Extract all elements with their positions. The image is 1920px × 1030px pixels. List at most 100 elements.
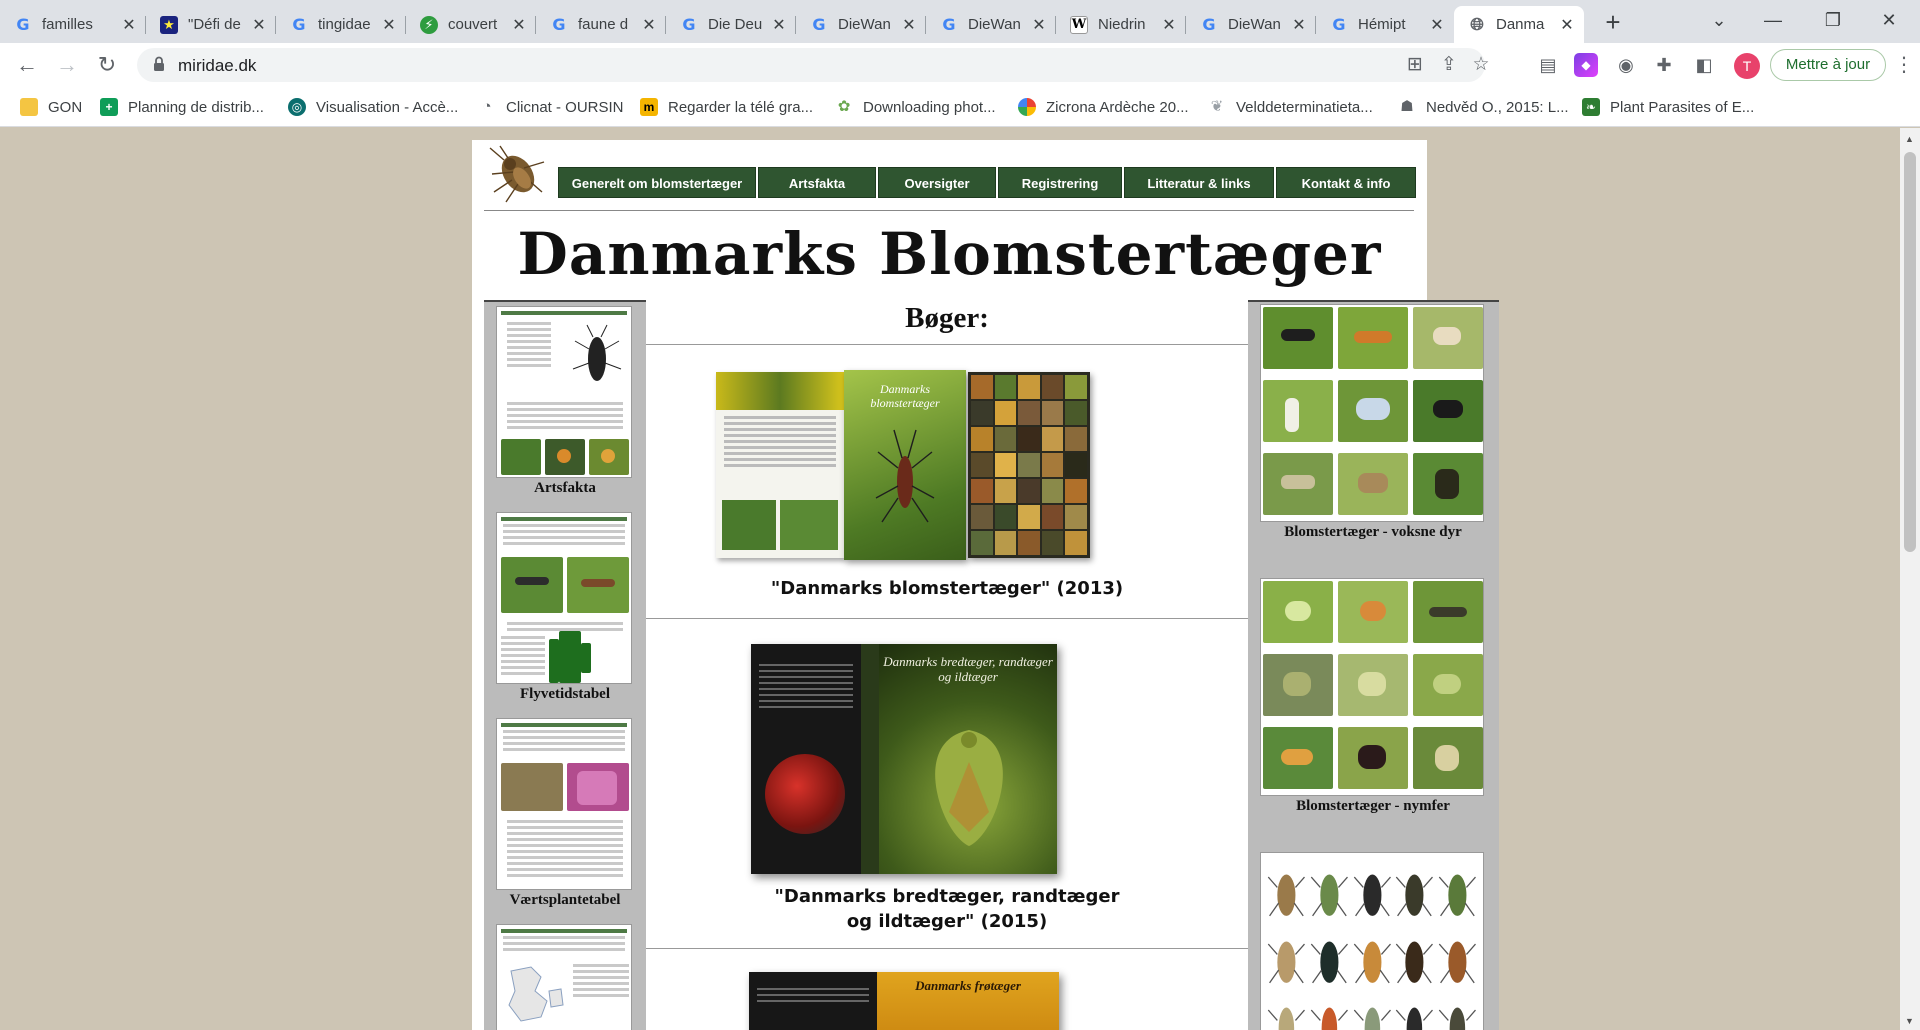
tab-8[interactable]: G DieWan ✕ xyxy=(926,6,1056,43)
thumb-artsfakta[interactable]: Artsfakta xyxy=(496,306,634,497)
thumb-label-flyvetidstabel[interactable]: Flyvetidstabel xyxy=(496,686,634,703)
tab-11[interactable]: G Hémipt ✕ xyxy=(1316,6,1454,43)
close-icon[interactable]: ✕ xyxy=(120,15,138,35)
reload-icon[interactable]: ↻ xyxy=(92,50,122,80)
tab-2[interactable]: ★ "Défi de ✕ xyxy=(146,6,276,43)
close-icon[interactable]: ✕ xyxy=(380,15,398,35)
tab-12-active[interactable]: 🌐︎ Danma ✕ xyxy=(1454,6,1584,43)
tab-search-icon[interactable]: ⌄ xyxy=(1696,4,1742,36)
thumb-vaertsplantetabel[interactable]: Værtsplantetabel xyxy=(496,718,634,909)
tab-6[interactable]: G Die Deu ✕ xyxy=(666,6,796,43)
thumb-species-overview[interactable] xyxy=(1260,852,1486,1030)
site-navigation: Generelt om blomstertæger Artsfakta Over… xyxy=(558,167,1424,198)
scrollbar-thumb[interactable] xyxy=(1904,152,1916,552)
bookmark-star-icon[interactable]: ☆ xyxy=(1469,54,1493,78)
bookmark-gon[interactable]: GON xyxy=(20,95,82,119)
tab-9[interactable]: W Niedrin ✕ xyxy=(1056,6,1186,43)
close-icon[interactable]: ✕ xyxy=(1558,15,1576,35)
close-icon[interactable]: ✕ xyxy=(1290,15,1308,35)
vaertsplantetabel-preview-image[interactable] xyxy=(496,718,632,890)
flyvetidstabel-preview-image[interactable] xyxy=(496,512,632,684)
google-icon: G xyxy=(942,15,956,34)
scroll-down-arrow-icon[interactable]: ▼ xyxy=(1905,1016,1914,1026)
tab-7[interactable]: G DieWan ✕ xyxy=(796,6,926,43)
tab-5[interactable]: G faune d ✕ xyxy=(536,6,666,43)
bookmark-tele[interactable]: m Regarder la télé gra... xyxy=(640,95,813,119)
tab-10[interactable]: G DieWan ✕ xyxy=(1186,6,1316,43)
nymphs-grid-image[interactable] xyxy=(1260,578,1484,796)
bug-logo-icon[interactable] xyxy=(482,144,552,206)
camera-icon[interactable]: ◉ xyxy=(1614,53,1638,77)
thumb-label-voksne-dyr[interactable]: Blomstertæger - voksne dyr xyxy=(1260,524,1486,541)
update-button[interactable]: Mettre à jour xyxy=(1770,49,1886,81)
bookmark-clicnat[interactable]: ◔ Clicnat - OURSIN xyxy=(478,95,623,119)
thumb-label-vaertsplantetabel[interactable]: Værtsplantetabel xyxy=(496,892,634,909)
thumb-voksne-dyr[interactable]: Blomstertæger - voksne dyr xyxy=(1260,304,1486,541)
back-arrow-icon[interactable]: ← xyxy=(12,50,42,80)
bookmark-zicrona[interactable]: Zicrona Ardèche 20... xyxy=(1018,95,1189,119)
mirid-bug-icon xyxy=(875,429,935,523)
book-1-caption[interactable]: "Danmarks blomstertæger" (2013) xyxy=(646,576,1248,601)
page-scrollbar[interactable]: ▲ ▼ xyxy=(1900,128,1920,1030)
bookmark-nedved[interactable]: ☗ Nedvěd O., 2015: L... xyxy=(1398,95,1568,119)
bookmark-velddeterminatie[interactable]: ❦ Velddeterminatieta... xyxy=(1208,95,1373,119)
thumb-label-artsfakta[interactable]: Artsfakta xyxy=(496,480,634,497)
nav-kontakt[interactable]: Kontakt & info xyxy=(1276,167,1416,198)
nav-registrering[interactable]: Registrering xyxy=(998,167,1122,198)
puzzle-extensions-icon[interactable]: ✚ xyxy=(1652,53,1676,77)
close-icon[interactable]: ✕ xyxy=(1160,15,1178,35)
tab-strip: G familles ✕ ★ "Défi de ✕ G tingidae ✕ ⚡… xyxy=(0,0,1920,43)
bug-figure-icon xyxy=(572,324,622,381)
side-panel-icon[interactable]: ◧ xyxy=(1692,53,1716,77)
lock-icon[interactable] xyxy=(153,56,165,72)
bookmark-visualisation[interactable]: ◎ Visualisation - Accè... xyxy=(288,95,458,119)
artsfakta-preview-image[interactable] xyxy=(496,306,632,478)
tab-3[interactable]: G tingidae ✕ xyxy=(276,6,406,43)
tab-4[interactable]: ⚡ couvert ✕ xyxy=(406,6,536,43)
bookmark-plant-parasites[interactable]: ❧ Plant Parasites of E... xyxy=(1582,95,1754,119)
book-1-image[interactable]: Danmarks blomstertæger xyxy=(716,370,1092,562)
close-window-icon[interactable]: ✕ xyxy=(1866,4,1912,36)
address-bar[interactable]: miridae.dk ⊞ ⇪ ☆ xyxy=(137,48,1490,82)
kebab-menu-icon[interactable]: ⋮ xyxy=(1894,53,1914,77)
nav-artsfakta[interactable]: Artsfakta xyxy=(758,167,876,198)
plant-icon: ✿ xyxy=(837,98,851,115)
restore-icon[interactable]: ❐ xyxy=(1810,4,1856,36)
profile-avatar[interactable]: T xyxy=(1734,53,1760,79)
denmark-map-icon xyxy=(508,966,564,1022)
close-icon[interactable]: ✕ xyxy=(640,15,658,35)
book-2-caption[interactable]: "Danmarks bredtæger, randtæger og ildtæg… xyxy=(766,884,1128,934)
map-preview-image[interactable] xyxy=(496,924,632,1030)
share-icon[interactable]: ⇪ xyxy=(1437,54,1461,78)
minimize-icon[interactable]: — xyxy=(1750,4,1796,36)
bookmark-downloading[interactable]: ✿ Downloading phot... xyxy=(835,95,996,119)
reading-list-icon[interactable]: ▤ xyxy=(1536,53,1560,77)
thumb-nymfer[interactable]: Blomstertæger - nymfer xyxy=(1260,578,1486,815)
leaf-icon: ❦ xyxy=(1210,98,1224,115)
thumb-flyvetidstabel[interactable]: Flyvetidstabel xyxy=(496,512,634,703)
translate-icon[interactable]: ⊞ xyxy=(1403,54,1427,78)
thumb-map[interactable] xyxy=(496,924,634,1030)
bookmark-planning[interactable]: + Planning de distrib... xyxy=(100,95,264,119)
scroll-up-arrow-icon[interactable]: ▲ xyxy=(1905,134,1914,144)
close-icon[interactable]: ✕ xyxy=(900,15,918,35)
species-overview-image[interactable] xyxy=(1260,852,1484,1030)
close-icon[interactable]: ✕ xyxy=(1030,15,1048,35)
nav-litteratur[interactable]: Litteratur & links xyxy=(1124,167,1274,198)
close-icon[interactable]: ✕ xyxy=(510,15,528,35)
forward-arrow-icon[interactable]: → xyxy=(52,50,82,80)
close-icon[interactable]: ✕ xyxy=(770,15,788,35)
extension-purple-icon[interactable]: ◆ xyxy=(1574,53,1598,77)
url-text[interactable]: miridae.dk xyxy=(178,56,256,76)
nav-generelt[interactable]: Generelt om blomstertæger xyxy=(558,167,756,198)
close-icon[interactable]: ✕ xyxy=(250,15,268,35)
close-icon[interactable]: ✕ xyxy=(1428,15,1446,35)
new-tab-button[interactable]: + xyxy=(1598,8,1628,38)
nav-oversigter[interactable]: Oversigter xyxy=(878,167,996,198)
tab-1[interactable]: G familles ✕ xyxy=(0,6,146,43)
thumb-label-nymfer[interactable]: Blomstertæger - nymfer xyxy=(1260,798,1486,815)
adults-grid-image[interactable] xyxy=(1260,304,1484,522)
book-2-image[interactable]: Danmarks bredtæger, randtæger og ildtæge… xyxy=(751,644,1057,874)
book-3-image[interactable]: Danmarks frøtæger xyxy=(749,972,1059,1030)
google-icon: G xyxy=(552,15,566,34)
